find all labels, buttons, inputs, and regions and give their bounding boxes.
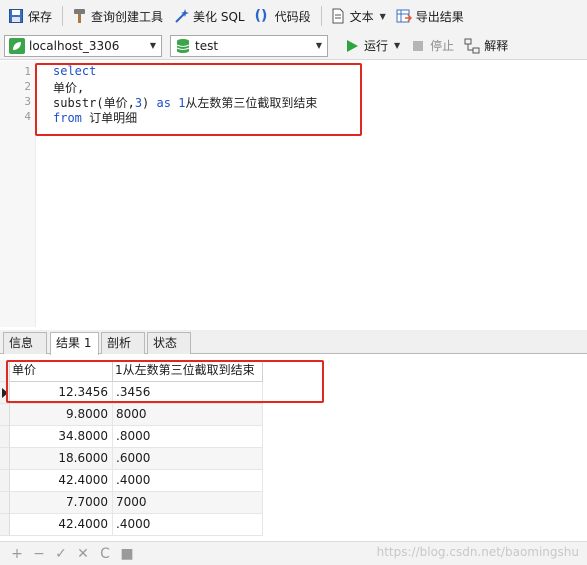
table-cell[interactable]: 42.4000 xyxy=(10,470,113,492)
query-builder-button[interactable]: 查询创建工具 xyxy=(67,4,167,28)
braces-icon: () xyxy=(254,8,268,24)
table-cell[interactable]: 8000 xyxy=(113,404,263,426)
table-cell[interactable]: 7000 xyxy=(113,492,263,514)
line-number: 3 xyxy=(24,95,31,108)
result-grid[interactable]: 单价 1从左数第三位截取到结束 12.3456.3456 9.8000 8000 34… xyxy=(0,355,587,540)
table-cell[interactable]: 7.7000 xyxy=(10,492,113,514)
tab-profile[interactable]: 剖析 xyxy=(101,332,145,354)
table-cell[interactable]: 34.8000 xyxy=(10,426,113,448)
tab-status[interactable]: 状态 xyxy=(147,332,191,354)
stop-label: 停止 xyxy=(430,39,455,53)
result-tabs: 信息 结果 1 剖析 状态 xyxy=(0,330,587,355)
add-record-icon[interactable]: + xyxy=(6,546,28,562)
apply-changes-icon[interactable]: ✓ xyxy=(50,546,72,562)
table-cell[interactable]: .4000 xyxy=(113,470,263,492)
line-number: 2 xyxy=(24,80,31,93)
chevron-down-icon[interactable]: ▼ xyxy=(380,12,386,21)
database-name: test xyxy=(195,38,219,53)
connection-name: localhost_3306 xyxy=(29,38,120,53)
row-header[interactable] xyxy=(0,404,10,426)
save-icon xyxy=(8,8,24,24)
table-cell[interactable]: .6000 xyxy=(113,448,263,470)
magic-wand-icon xyxy=(173,8,190,24)
database-icon xyxy=(175,38,191,54)
tab-result-1[interactable]: 结果 1 xyxy=(50,332,99,355)
explain-button[interactable]: 解释 xyxy=(460,34,512,58)
refresh-icon[interactable]: C xyxy=(94,546,116,562)
highlight-box xyxy=(6,360,324,403)
connection-select[interactable]: localhost_3306 ▼ xyxy=(4,34,162,57)
save-button[interactable]: 保存 xyxy=(4,4,56,28)
row-header[interactable] xyxy=(0,492,10,514)
table-cell[interactable]: 18.6000 xyxy=(10,448,113,470)
line-number: 1 xyxy=(24,65,31,78)
chevron-down-icon: ▼ xyxy=(149,40,156,50)
line-number: 4 xyxy=(24,110,31,123)
table-cell[interactable]: .4000 xyxy=(113,514,263,536)
run-label: 运行 xyxy=(364,39,389,53)
snippet-button[interactable]: () 代码段 xyxy=(251,4,315,28)
play-icon xyxy=(344,38,360,54)
text-mode-label: 文本 xyxy=(349,9,374,24)
discard-changes-icon[interactable]: ✕ xyxy=(72,546,94,562)
highlight-box xyxy=(35,63,362,136)
main-toolbar: 保存 查询创建工具 美化 SQL () 代码段 文本 ▼ 导出结果 xyxy=(0,0,587,32)
line-number-gutter: 1 2 3 4 xyxy=(0,61,36,327)
save-label: 保存 xyxy=(28,9,53,24)
row-header[interactable] xyxy=(0,470,10,492)
stop-button[interactable]: 停止 xyxy=(406,34,458,58)
connection-leaf-icon xyxy=(9,37,25,54)
stop-icon xyxy=(410,38,426,54)
export-results-button[interactable]: 导出结果 xyxy=(392,4,468,28)
document-icon xyxy=(330,8,346,24)
hammer-icon xyxy=(71,8,87,24)
export-results-label: 导出结果 xyxy=(415,9,464,24)
connection-bar: localhost_3306 ▼ test ▼ 运行 ▼ 停止 解释 xyxy=(0,32,587,60)
table-cell[interactable]: .8000 xyxy=(113,426,263,448)
sql-editor[interactable]: 1 2 3 4 select 单价, substr(单价,3) as 1从左数第… xyxy=(0,61,587,327)
beautify-sql-label: 美化 SQL xyxy=(193,9,245,24)
table-cell[interactable]: 9.8000 xyxy=(10,404,113,426)
chevron-down-icon[interactable]: ▼ xyxy=(394,41,400,50)
database-select[interactable]: test ▼ xyxy=(170,34,328,57)
stop-icon[interactable]: ■ xyxy=(116,546,138,562)
watermark: https://blog.csdn.net/baomingshu xyxy=(376,545,579,559)
row-header[interactable] xyxy=(0,426,10,448)
toolbar-divider xyxy=(320,6,322,26)
row-header[interactable] xyxy=(0,448,10,470)
query-builder-label: 查询创建工具 xyxy=(91,9,164,24)
beautify-sql-button[interactable]: 美化 SQL xyxy=(169,4,249,28)
row-header[interactable] xyxy=(0,514,10,536)
table-cell[interactable]: 42.4000 xyxy=(10,514,113,536)
run-button[interactable]: 运行 ▼ xyxy=(340,34,404,58)
export-table-icon xyxy=(396,8,412,24)
toolbar-divider xyxy=(62,6,64,26)
text-mode-button[interactable]: 文本 ▼ xyxy=(326,4,390,28)
explain-label: 解释 xyxy=(484,39,509,53)
explain-icon xyxy=(464,38,480,54)
snippet-label: 代码段 xyxy=(274,9,311,24)
delete-record-icon[interactable]: − xyxy=(28,546,50,562)
tab-info[interactable]: 信息 xyxy=(3,332,47,354)
chevron-down-icon: ▼ xyxy=(315,40,322,50)
